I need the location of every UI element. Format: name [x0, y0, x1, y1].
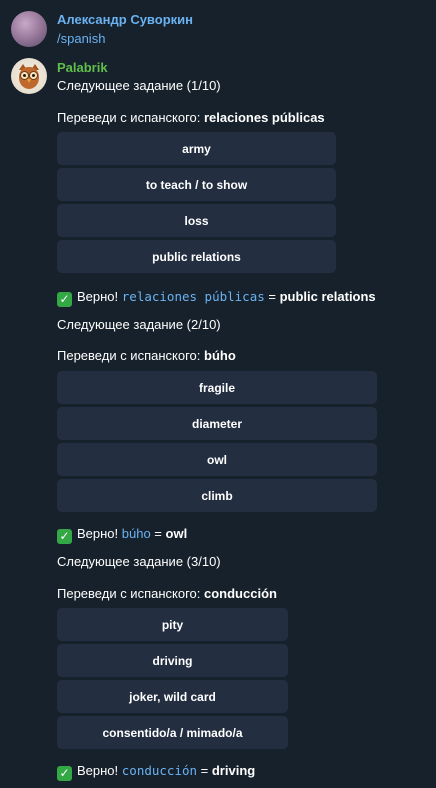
result-prefix: Верно!	[77, 526, 122, 541]
task-counter: Следующее задание (1/10)	[57, 78, 221, 93]
user-avatar[interactable]	[11, 11, 47, 47]
answer-option-button[interactable]: loss	[57, 204, 336, 237]
command-link[interactable]: /spanish	[57, 31, 105, 46]
result-word[interactable]: búho	[122, 526, 151, 541]
translate-prompt: Переведи с испанского: conducción	[57, 586, 277, 601]
translate-prompt: Переведи с испанского: búho	[57, 348, 236, 363]
task-counter: Следующее задание (2/10)	[57, 317, 221, 332]
result-word[interactable]: conducción	[122, 763, 197, 778]
result-answer: driving	[211, 763, 256, 778]
result-eq: =	[264, 289, 280, 304]
check-mark-icon: ✓	[57, 766, 72, 781]
result-answer: owl	[165, 526, 188, 541]
answer-option-button[interactable]: pity	[57, 608, 288, 641]
answer-option-button[interactable]: to teach / to show	[57, 168, 336, 201]
prompt-word: relaciones públicas	[204, 110, 325, 125]
prompt-prefix: Переведи с испанского:	[57, 110, 204, 125]
result-eq: =	[150, 526, 166, 541]
prompt-prefix: Переведи с испанского:	[57, 586, 204, 601]
result-prefix: Верно!	[77, 289, 122, 304]
owl-icon	[16, 62, 42, 90]
bot-sender-name[interactable]: Palabrik	[57, 60, 108, 75]
answer-option-button[interactable]: public relations	[57, 240, 336, 273]
result-word[interactable]: relaciones públicas	[122, 289, 265, 304]
answer-option-button[interactable]: driving	[57, 644, 288, 677]
prompt-prefix: Переведи с испанского:	[57, 348, 204, 363]
check-mark-icon: ✓	[57, 529, 72, 544]
prompt-word: búho	[204, 348, 236, 363]
result-eq: =	[197, 763, 212, 778]
bot-avatar[interactable]	[11, 58, 47, 94]
result-line: ✓ Верно! relaciones públicas = public rel…	[57, 289, 376, 307]
answer-option-button[interactable]: consentido/a / mimado/a	[57, 716, 288, 749]
result-answer: public relations	[279, 289, 376, 304]
user-sender-name[interactable]: Александр Суворкин	[57, 12, 193, 27]
translate-prompt: Переведи с испанского: relaciones públic…	[57, 110, 325, 125]
answer-option-button[interactable]: diameter	[57, 407, 377, 440]
answer-option-button[interactable]: fragile	[57, 371, 377, 404]
answer-option-button[interactable]: climb	[57, 479, 377, 512]
answer-option-button[interactable]: army	[57, 132, 336, 165]
result-line: ✓ Верно! conducción = driving	[57, 763, 255, 781]
task-counter: Следующее задание (3/10)	[57, 554, 221, 569]
check-mark-icon: ✓	[57, 292, 72, 307]
result-prefix: Верно!	[77, 763, 122, 778]
answer-option-button[interactable]: owl	[57, 443, 377, 476]
answer-option-button[interactable]: joker, wild card	[57, 680, 288, 713]
prompt-word: conducción	[204, 586, 277, 601]
result-line: ✓ Верно! búho = owl	[57, 526, 187, 544]
